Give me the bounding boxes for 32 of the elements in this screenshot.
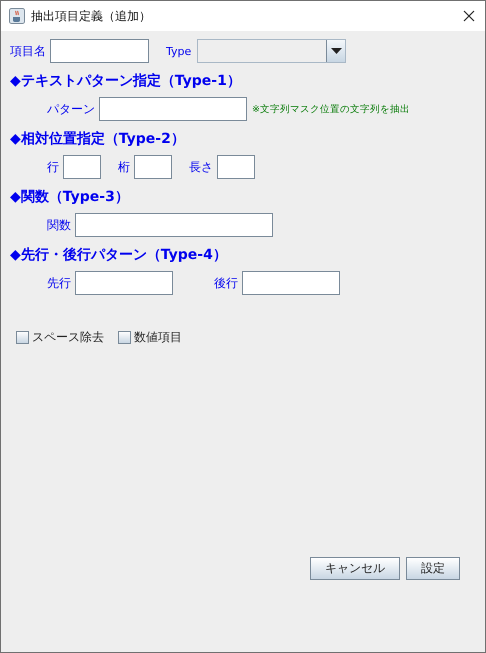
section-heading: ◆関数（Type-3）: [10, 188, 130, 207]
dialog-button[interactable]: キャンセル: [310, 557, 400, 580]
section-heading: ◆テキストパターン指定（Type-1）: [10, 72, 242, 91]
field-label: 先行: [47, 274, 71, 292]
dialog-button[interactable]: 設定: [406, 557, 460, 580]
checkbox-label: 数値項目: [134, 329, 182, 346]
input-field[interactable]: [217, 155, 255, 179]
close-icon[interactable]: [463, 10, 475, 22]
input-field[interactable]: [63, 155, 101, 179]
input-field[interactable]: [75, 213, 273, 237]
input-field[interactable]: [75, 271, 173, 295]
window-title: 抽出項目定義（追加）: [31, 8, 152, 24]
caret-icon: [330, 48, 342, 54]
field-label: 行: [47, 158, 59, 176]
checkbox[interactable]: [118, 331, 131, 344]
field-label: 関数: [47, 216, 71, 234]
section-heading: ◆相対位置指定（Type-2）: [10, 130, 186, 149]
name-field[interactable]: [50, 39, 149, 63]
coffee-cup-icon: [9, 8, 25, 24]
field-label: Type: [166, 44, 192, 58]
checkbox[interactable]: [16, 331, 29, 344]
input-field[interactable]: [242, 271, 340, 295]
field-label: 長さ: [189, 158, 213, 176]
checkbox-label: スペース除去: [32, 329, 104, 346]
input-field[interactable]: [134, 155, 172, 179]
field-label: 後行: [214, 274, 238, 292]
field-label: 項目名: [10, 42, 46, 60]
field-label: 桁: [118, 158, 130, 176]
input-field[interactable]: [99, 97, 247, 121]
section-heading: ◆先行・後行パターン（Type-4）: [10, 246, 228, 265]
hint-text: ※文字列マスク位置の文字列を抽出: [252, 102, 410, 116]
field-label: パターン: [47, 100, 95, 118]
